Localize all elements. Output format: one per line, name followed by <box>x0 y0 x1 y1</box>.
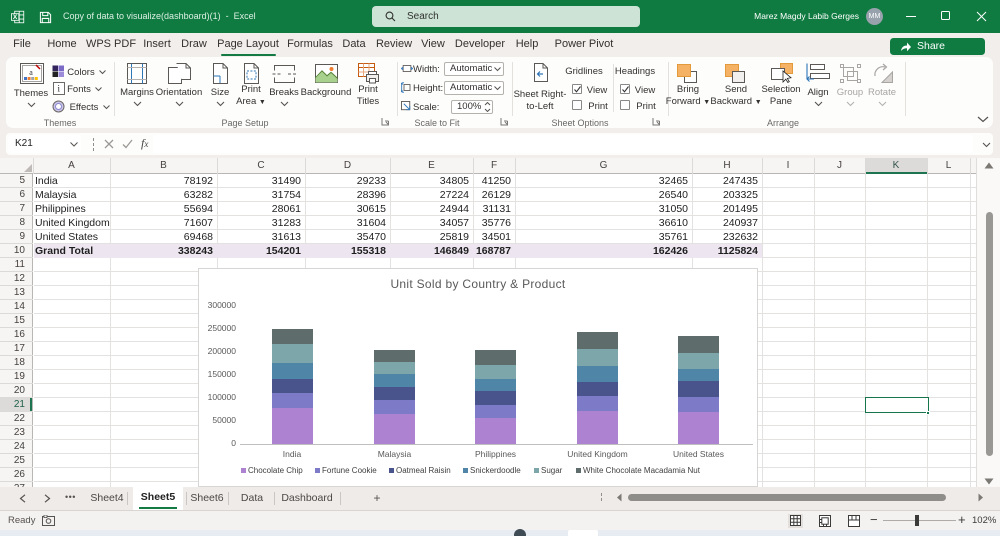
svg-text:a: a <box>29 68 33 77</box>
svg-text:X: X <box>13 14 18 21</box>
